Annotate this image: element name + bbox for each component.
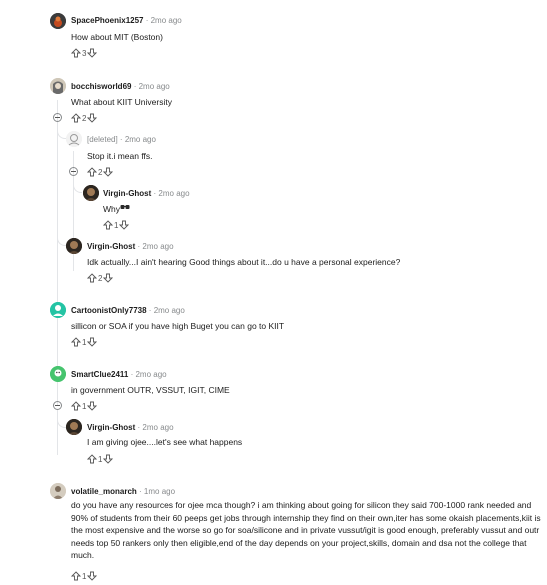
- vote-bar: 1: [87, 454, 114, 464]
- arrow-down-icon[interactable]: [87, 337, 98, 347]
- comment-time: · 2mo ago: [128, 370, 167, 379]
- thread-line: [57, 100, 58, 405]
- comment-body: How about MIT (Boston): [71, 32, 163, 42]
- arrow-down-icon[interactable]: [87, 401, 98, 411]
- comment-body: What about KIIT University: [71, 97, 172, 107]
- comment-body: Why: [103, 204, 130, 214]
- arrow-down-icon[interactable]: [119, 220, 130, 230]
- comment-author[interactable]: bocchisworld69 · 2mo ago: [71, 82, 170, 91]
- comment-body: Stop it.i mean ffs.: [87, 151, 153, 161]
- arrow-up-icon[interactable]: [71, 401, 81, 411]
- comment-body: do you have any resources for ojee mca t…: [71, 500, 541, 561]
- avatar[interactable]: [50, 302, 66, 318]
- vote-count: 1: [82, 571, 87, 581]
- collapse-toggle[interactable]: [69, 167, 78, 176]
- arrow-up-icon[interactable]: [71, 48, 81, 58]
- comment-time: · 2mo ago: [135, 423, 174, 432]
- comment-body: in government OUTR, VSSUT, IGIT, CIME: [71, 385, 230, 395]
- vote-count: 2: [82, 113, 87, 123]
- arrow-up-icon[interactable]: [103, 220, 113, 230]
- comment-author[interactable]: CartoonistOnly7738 · 2mo ago: [71, 306, 185, 315]
- vote-count: 1: [82, 337, 87, 347]
- arrow-up-icon[interactable]: [71, 113, 81, 123]
- comment-body: sillicon or SOA if you have high Buget y…: [71, 321, 285, 331]
- comment-time: · 2mo ago: [151, 189, 190, 198]
- comment-author[interactable]: Virgin-Ghost · 2mo ago: [87, 423, 174, 432]
- avatar[interactable]: [50, 483, 66, 499]
- comment-time: · 2mo ago: [135, 242, 174, 251]
- comment-author[interactable]: SpacePhoenix1257 · 2mo ago: [71, 16, 182, 25]
- arrow-up-icon[interactable]: [71, 337, 81, 347]
- arrow-up-icon[interactable]: [87, 454, 97, 464]
- sunglasses-emoji-icon: [120, 205, 130, 209]
- comment-author[interactable]: SmartClue2411 · 2mo ago: [71, 370, 167, 379]
- arrow-down-icon[interactable]: [103, 454, 114, 464]
- arrow-down-icon[interactable]: [87, 113, 98, 123]
- avatar[interactable]: [50, 78, 66, 94]
- vote-bar: 2: [87, 273, 114, 283]
- avatar[interactable]: [50, 13, 66, 29]
- arrow-up-icon[interactable]: [87, 167, 97, 177]
- comment-time: · 2mo ago: [117, 135, 156, 144]
- vote-count: 3: [82, 48, 87, 58]
- avatar: [66, 131, 82, 147]
- comment-time: · 1mo ago: [136, 487, 176, 496]
- vote-bar: 1: [71, 401, 98, 411]
- comment-time: · 2mo ago: [143, 16, 182, 25]
- vote-count: 2: [98, 167, 103, 177]
- vote-bar: 3: [71, 48, 98, 58]
- comment-time: · 2mo ago: [131, 82, 170, 91]
- comment-author: [deleted] · 2mo ago: [87, 135, 156, 144]
- thread-connector: [57, 417, 66, 428]
- thread-connector: [57, 235, 66, 246]
- arrow-down-icon[interactable]: [103, 167, 114, 177]
- collapse-toggle[interactable]: [53, 113, 62, 122]
- comment-author[interactable]: Virgin-Ghost · 2mo ago: [87, 242, 174, 251]
- avatar[interactable]: [50, 366, 66, 382]
- collapse-toggle[interactable]: [53, 401, 62, 410]
- vote-bar: 1: [103, 220, 130, 230]
- vote-bar: 1: [71, 571, 98, 581]
- vote-count: 1: [82, 401, 87, 411]
- comment-body: Idk actually...I ain't hearing Good thin…: [87, 257, 401, 267]
- thread-connector: [73, 182, 82, 193]
- arrow-down-icon[interactable]: [87, 48, 98, 58]
- arrow-up-icon[interactable]: [71, 571, 81, 581]
- comment-author[interactable]: volatile_monarch · 1mo ago: [71, 487, 175, 496]
- comment-author[interactable]: Virgin-Ghost · 2mo ago: [103, 189, 190, 198]
- arrow-down-icon[interactable]: [103, 273, 114, 283]
- vote-count: 1: [114, 220, 119, 230]
- arrow-down-icon[interactable]: [87, 571, 98, 581]
- comment-time: · 2mo ago: [146, 306, 185, 315]
- vote-bar: 2: [87, 167, 114, 177]
- vote-count: 2: [98, 273, 103, 283]
- vote-count: 1: [98, 454, 103, 464]
- comment-body: I am giving ojee....let's see what happe…: [87, 437, 243, 447]
- avatar[interactable]: [66, 419, 82, 435]
- thread-connector: [57, 128, 66, 139]
- avatar[interactable]: [66, 238, 82, 254]
- vote-bar: 2: [71, 113, 98, 123]
- arrow-up-icon[interactable]: [87, 273, 97, 283]
- vote-bar: 1: [71, 337, 98, 347]
- avatar[interactable]: [83, 185, 99, 201]
